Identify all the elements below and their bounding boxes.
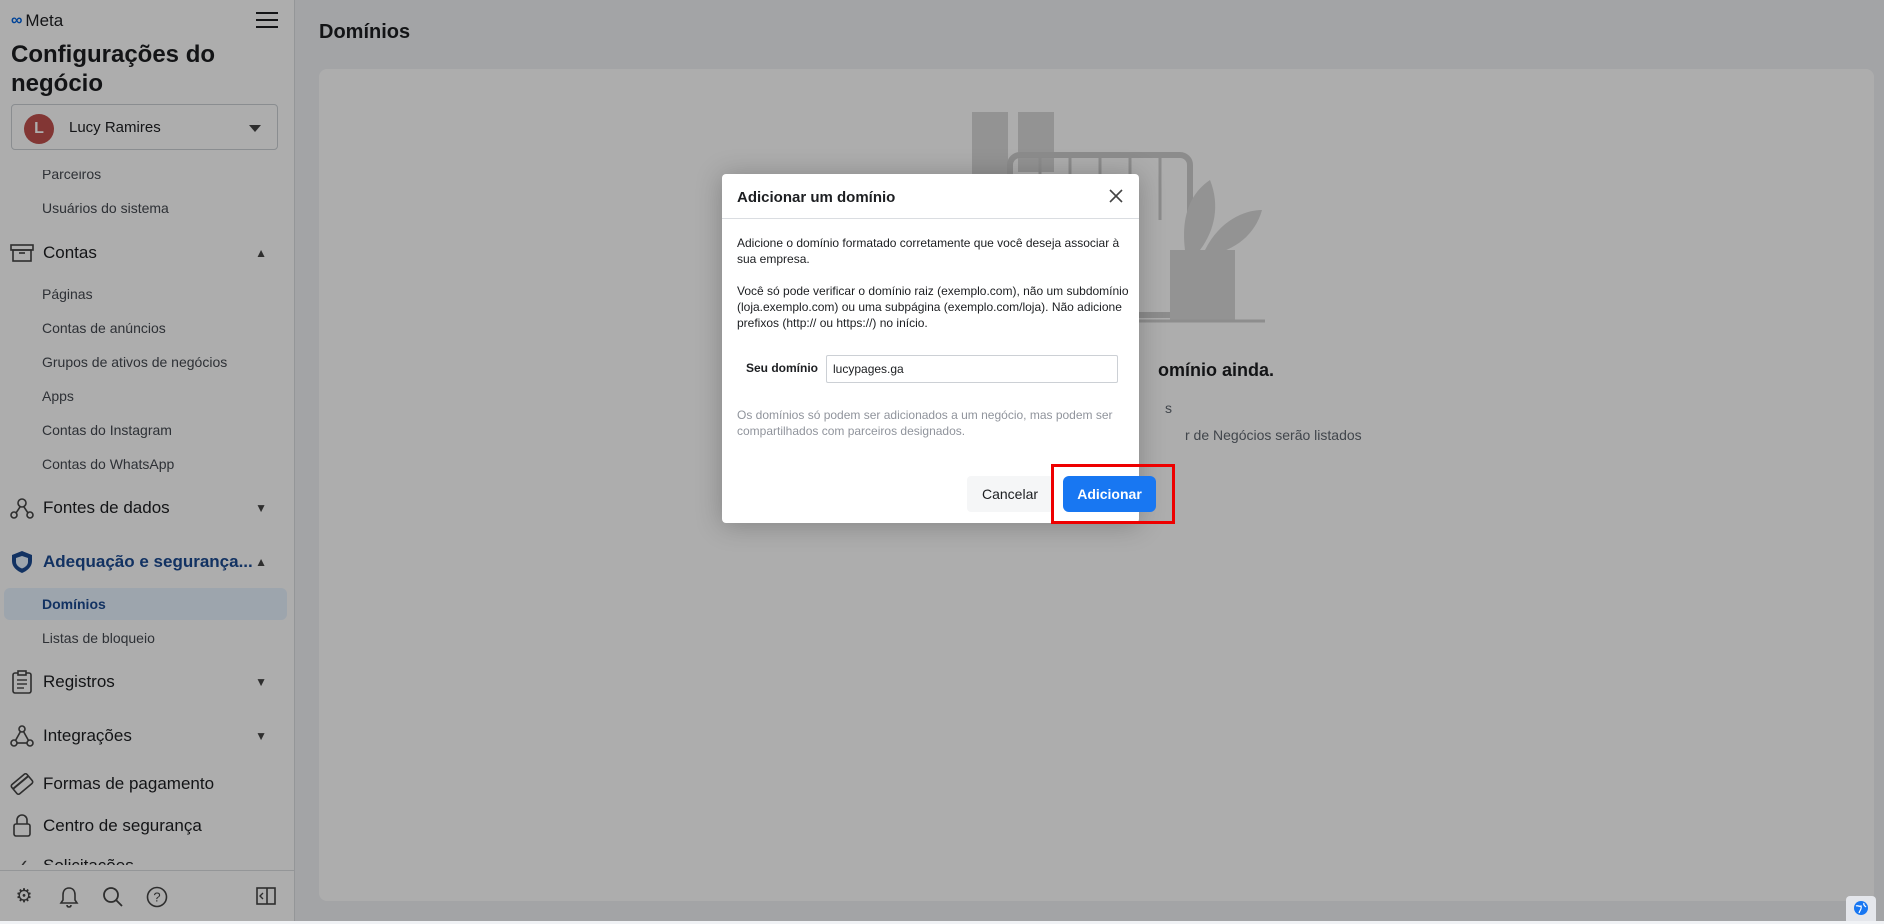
dialog-description: Adicione o domínio formatado corretament… [737, 236, 1120, 266]
dialog-divider [722, 218, 1139, 219]
globe-icon[interactable] [1846, 896, 1876, 921]
highlight-annotation [1051, 464, 1175, 524]
cancel-button[interactable]: Cancelar [967, 476, 1053, 512]
dialog-instructions: Você só pode verificar o domínio raiz (e… [737, 284, 1129, 330]
dialog-note: Os domínios só podem ser adicionados a u… [737, 408, 1113, 438]
dialog-title: Adicionar um domínio [737, 189, 896, 206]
domain-field-label: Seu domínio [746, 361, 818, 375]
domain-input[interactable] [826, 355, 1118, 383]
close-icon[interactable] [1105, 185, 1127, 207]
